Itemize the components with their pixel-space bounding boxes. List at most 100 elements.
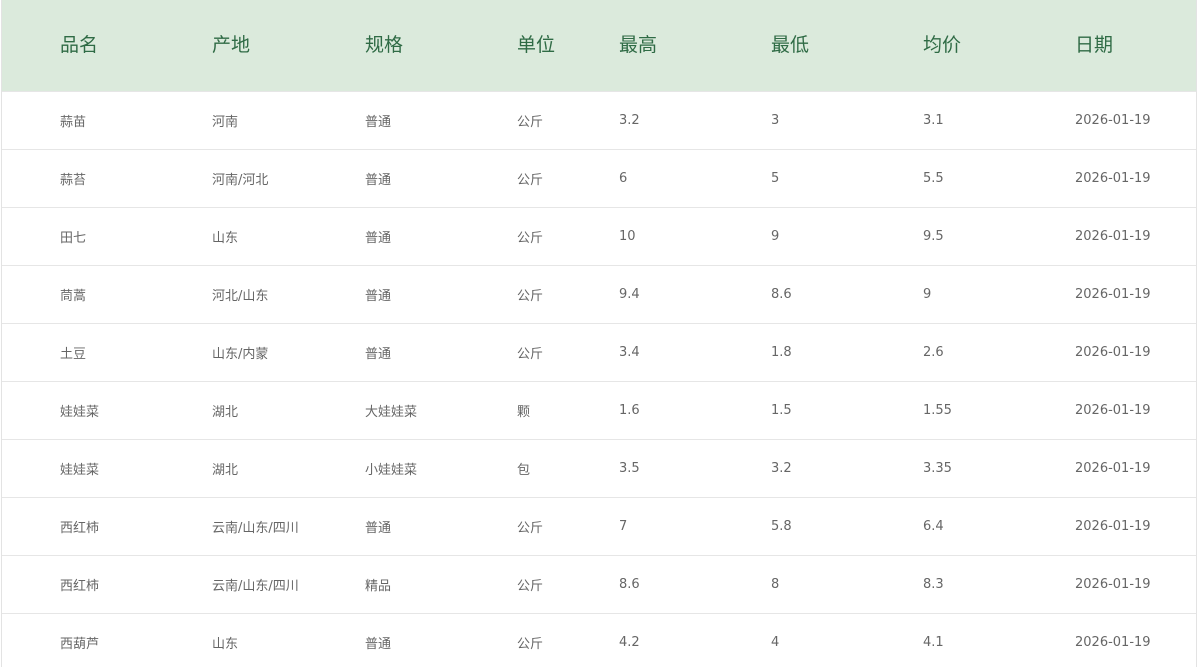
- cell-avg-price: 3.35: [923, 460, 952, 476]
- cell-min-price: 3.2: [771, 460, 792, 476]
- cell-max-price: 3.4: [619, 344, 640, 360]
- cell-max-price: 1.6: [619, 402, 640, 418]
- cell-date: 2026-01-19: [1075, 402, 1151, 418]
- cell-product-name: 西红柿: [60, 520, 100, 536]
- cell-min-price: 1.5: [771, 402, 792, 418]
- cell-date: 2026-01-19: [1075, 286, 1151, 302]
- cell-min-price: 5: [771, 170, 780, 186]
- cell-unit: 颗: [517, 404, 531, 420]
- cell-min-price: 3: [771, 112, 780, 128]
- cell-product-name: 土豆: [60, 346, 87, 362]
- cell-min-price: 5.8: [771, 518, 792, 534]
- header-spec: 规格: [365, 33, 404, 56]
- cell-product-name: 娃娃菜: [60, 462, 100, 478]
- cell-unit: 公斤: [517, 288, 544, 304]
- cell-origin: 湖北: [212, 462, 239, 478]
- table-row: 蒜苗 河南 普通 公斤 3.2 3 3.1 2026-01-19: [2, 91, 1196, 149]
- cell-avg-price: 6.4: [923, 518, 944, 534]
- price-table: 品名 产地 规格 单位 最高 最低 均价 日期 蒜苗 河南 普通 公斤 3.2 3 3.1 2…: [2, 0, 1196, 667]
- header-origin: 产地: [212, 33, 251, 56]
- cell-origin: 山东/内蒙: [212, 346, 269, 362]
- cell-avg-price: 2.6: [923, 344, 944, 360]
- cell-unit: 公斤: [517, 578, 544, 594]
- table-row: 土豆 山东/内蒙 普通 公斤 3.4 1.8 2.6 2026-01-19: [2, 323, 1196, 381]
- cell-unit: 公斤: [517, 114, 544, 130]
- cell-spec: 小娃娃菜: [365, 462, 418, 478]
- table-header: 品名 产地 规格 单位 最高 最低 均价 日期: [2, 0, 1196, 91]
- cell-date: 2026-01-19: [1075, 460, 1151, 476]
- cell-spec: 普通: [365, 288, 392, 304]
- cell-min-price: 4: [771, 634, 780, 650]
- cell-min-price: 9: [771, 228, 780, 244]
- table-row: 西红柿 云南/山东/四川 精品 公斤 8.6 8 8.3 2026-01-19: [2, 555, 1196, 613]
- cell-avg-price: 3.1: [923, 112, 944, 128]
- table-row: 西红柿 云南/山东/四川 普通 公斤 7 5.8 6.4 2026-01-19: [2, 497, 1196, 555]
- cell-min-price: 1.8: [771, 344, 792, 360]
- cell-spec: 普通: [365, 346, 392, 362]
- cell-spec: 精品: [365, 578, 392, 594]
- cell-spec: 普通: [365, 230, 392, 246]
- cell-product-name: 娃娃菜: [60, 404, 100, 420]
- price-table-container: 品名 产地 规格 单位 最高 最低 均价 日期 蒜苗 河南 普通 公斤 3.2 3 3.1 2…: [1, 0, 1197, 667]
- cell-product-name: 田七: [60, 230, 87, 246]
- cell-product-name: 西葫芦: [60, 636, 100, 652]
- cell-max-price: 3.2: [619, 112, 640, 128]
- cell-product-name: 蒜苔: [60, 172, 87, 188]
- table-row: 西葫芦 山东 普通 公斤 4.2 4 4.1 2026-01-19: [2, 613, 1196, 667]
- cell-unit: 公斤: [517, 520, 544, 536]
- table-row: 娃娃菜 湖北 大娃娃菜 颗 1.6 1.5 1.55 2026-01-19: [2, 381, 1196, 439]
- table-row: 茼蒿 河北/山东 普通 公斤 9.4 8.6 9 2026-01-19: [2, 265, 1196, 323]
- cell-origin: 山东: [212, 230, 239, 246]
- table-row: 蒜苔 河南/河北 普通 公斤 6 5 5.5 2026-01-19: [2, 149, 1196, 207]
- header-unit: 单位: [517, 33, 556, 56]
- cell-max-price: 7: [619, 518, 628, 534]
- header-product-name: 品名: [60, 33, 99, 56]
- cell-origin: 河北/山东: [212, 288, 269, 304]
- header-row: 品名 产地 规格 单位 最高 最低 均价 日期: [2, 0, 1196, 91]
- cell-min-price: 8.6: [771, 286, 792, 302]
- cell-spec: 大娃娃菜: [365, 404, 418, 420]
- cell-date: 2026-01-19: [1075, 344, 1151, 360]
- cell-product-name: 茼蒿: [60, 288, 87, 304]
- cell-spec: 普通: [365, 114, 392, 130]
- cell-origin: 山东: [212, 636, 239, 652]
- cell-max-price: 6: [619, 170, 628, 186]
- cell-origin: 湖北: [212, 404, 239, 420]
- cell-date: 2026-01-19: [1075, 112, 1151, 128]
- cell-spec: 普通: [365, 636, 392, 652]
- cell-unit: 公斤: [517, 230, 544, 246]
- cell-origin: 河南/河北: [212, 172, 269, 188]
- cell-avg-price: 5.5: [923, 170, 944, 186]
- cell-max-price: 8.6: [619, 576, 640, 592]
- cell-avg-price: 9.5: [923, 228, 944, 244]
- cell-max-price: 10: [619, 228, 636, 244]
- cell-avg-price: 9: [923, 286, 932, 302]
- cell-max-price: 3.5: [619, 460, 640, 476]
- cell-avg-price: 4.1: [923, 634, 944, 650]
- cell-product-name: 蒜苗: [60, 114, 87, 130]
- cell-avg-price: 1.55: [923, 402, 952, 418]
- cell-date: 2026-01-19: [1075, 228, 1151, 244]
- cell-max-price: 4.2: [619, 634, 640, 650]
- table-row: 田七 山东 普通 公斤 10 9 9.5 2026-01-19: [2, 207, 1196, 265]
- header-avg-price: 均价: [923, 33, 962, 56]
- cell-spec: 普通: [365, 172, 392, 188]
- table-row: 娃娃菜 湖北 小娃娃菜 包 3.5 3.2 3.35 2026-01-19: [2, 439, 1196, 497]
- cell-max-price: 9.4: [619, 286, 640, 302]
- cell-unit: 公斤: [517, 172, 544, 188]
- header-min-price: 最低: [771, 33, 810, 56]
- cell-unit: 公斤: [517, 636, 544, 652]
- cell-date: 2026-01-19: [1075, 576, 1151, 592]
- header-max-price: 最高: [619, 33, 658, 56]
- cell-min-price: 8: [771, 576, 780, 592]
- cell-date: 2026-01-19: [1075, 634, 1151, 650]
- cell-unit: 包: [517, 462, 531, 478]
- cell-origin: 河南: [212, 114, 239, 130]
- cell-spec: 普通: [365, 520, 392, 536]
- cell-avg-price: 8.3: [923, 576, 944, 592]
- table-body: 蒜苗 河南 普通 公斤 3.2 3 3.1 2026-01-19 蒜苔 河南/河北 普通 公斤 6 5 5.…: [2, 91, 1196, 667]
- cell-unit: 公斤: [517, 346, 544, 362]
- header-date: 日期: [1075, 33, 1114, 56]
- cell-origin: 云南/山东/四川: [212, 520, 299, 536]
- cell-product-name: 西红柿: [60, 578, 100, 594]
